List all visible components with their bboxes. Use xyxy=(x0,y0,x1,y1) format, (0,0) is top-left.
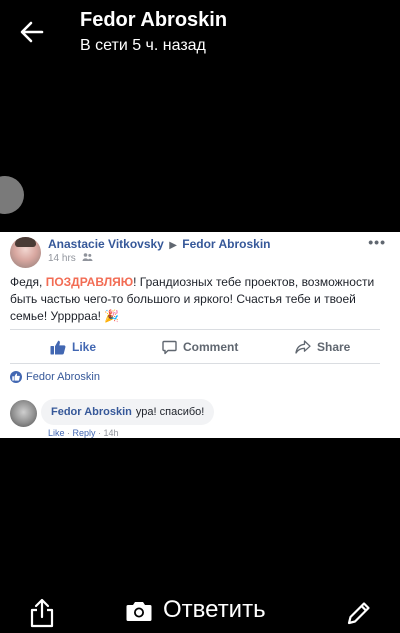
share-button[interactable]: Share xyxy=(295,336,350,358)
assistive-touch-button[interactable] xyxy=(0,176,24,214)
bottom-toolbar: Ответить xyxy=(0,590,400,633)
recipient-name[interactable]: Fedor Abroskin xyxy=(182,237,270,251)
share-label: Share xyxy=(317,340,351,354)
liked-by-name[interactable]: Fedor Abroskin xyxy=(26,371,100,383)
share-icon xyxy=(295,340,311,354)
comment-reply-link[interactable]: Reply xyxy=(73,428,96,438)
comment-button[interactable]: Comment xyxy=(162,336,238,358)
author-name[interactable]: Anastacie Vitkovsky xyxy=(48,237,164,251)
back-arrow-icon xyxy=(20,21,44,43)
divider xyxy=(10,329,380,330)
last-seen-status: В сети 5 ч. назад xyxy=(80,37,206,54)
camera-icon xyxy=(126,602,152,621)
author-avatar[interactable] xyxy=(10,237,41,268)
comment-label: Comment xyxy=(183,340,239,354)
post-text: Федя, ПОЗДРАВЛЯЮ! Грандиозных тебе проек… xyxy=(10,274,375,325)
separator: · xyxy=(95,428,104,438)
chat-header: Fedor Abroskin В сети 5 ч. назад xyxy=(0,0,400,70)
post-actions: Like Comment Share xyxy=(0,336,400,358)
comment-icon xyxy=(162,340,177,354)
like-badge-icon xyxy=(10,371,22,383)
pencil-icon xyxy=(347,602,370,625)
arrow-icon: ▶ xyxy=(169,240,177,251)
post-meta: 14 hrs xyxy=(48,253,93,264)
comment-text: ура! спасибо! xyxy=(135,406,205,418)
post-text-start: Федя, xyxy=(10,275,46,289)
post-time: 14 hrs xyxy=(48,253,76,265)
post-options-button[interactable]: ••• xyxy=(368,234,386,250)
post-header-names: Anastacie Vitkovsky ▶ Fedor Abroskin xyxy=(48,237,270,251)
post-card[interactable]: Anastacie Vitkovsky ▶ Fedor Abroskin 14 … xyxy=(0,232,400,438)
share-upload-button[interactable] xyxy=(28,598,56,628)
commenter-name[interactable]: Fedor Abroskin xyxy=(51,406,132,418)
comment-time: 14h xyxy=(103,428,119,438)
comment-bubble: Fedor Abroskin ура! спасибо! xyxy=(41,399,215,425)
edit-button[interactable] xyxy=(345,599,373,627)
reactions-row[interactable]: Fedor Abroskin xyxy=(10,371,100,383)
reply-button[interactable]: Ответить xyxy=(163,596,266,624)
like-label: Like xyxy=(72,340,97,354)
like-button[interactable]: Like xyxy=(50,336,96,358)
comment-like-link[interactable]: Like xyxy=(48,428,65,438)
comment-actions: Like · Reply · 14h xyxy=(48,428,119,438)
contact-name[interactable]: Fedor Abroskin xyxy=(80,9,227,32)
separator: · xyxy=(64,428,73,438)
divider xyxy=(10,363,380,364)
post-text-highlight: ПОЗДРАВЛЯЮ xyxy=(45,275,134,289)
commenter-avatar[interactable] xyxy=(10,400,37,427)
camera-button[interactable] xyxy=(126,600,152,622)
like-icon xyxy=(50,340,66,354)
back-button[interactable] xyxy=(18,18,46,46)
share-upload-icon xyxy=(30,598,54,628)
friends-icon xyxy=(82,253,93,264)
